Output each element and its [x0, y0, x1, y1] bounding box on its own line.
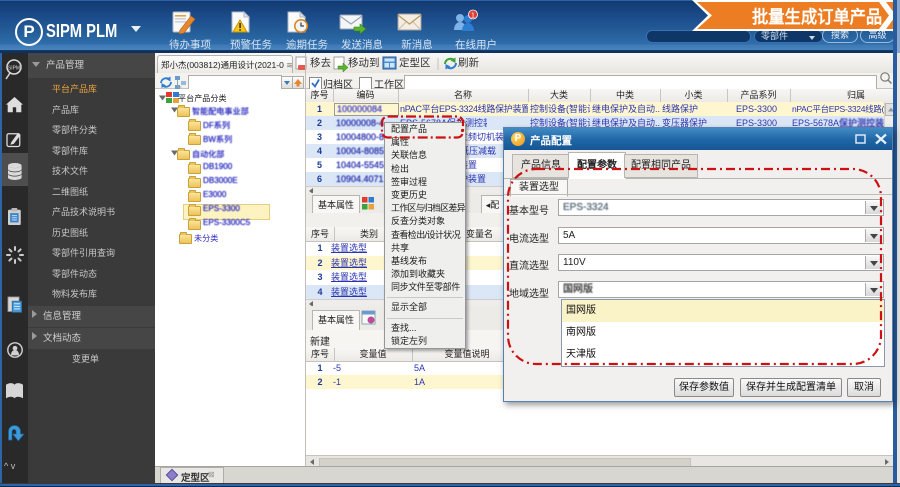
svg-text:1: 1 [471, 13, 475, 20]
svg-text:SIPM: SIPM [8, 66, 20, 72]
